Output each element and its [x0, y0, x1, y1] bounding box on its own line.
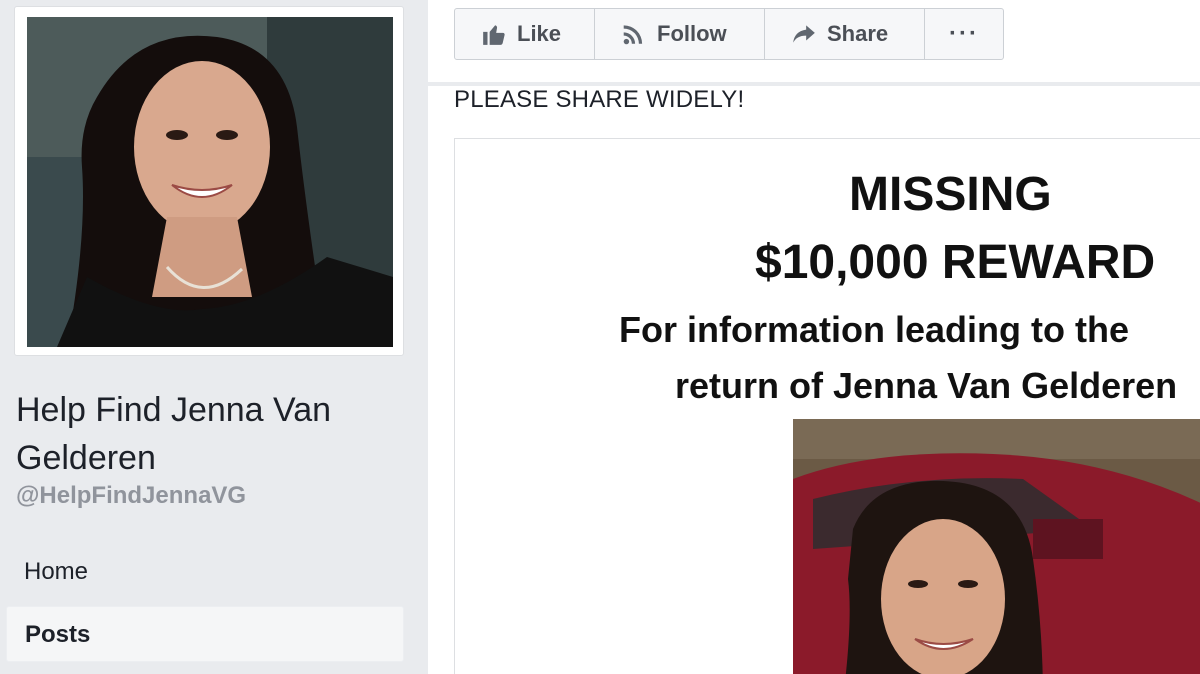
like-label: Like — [517, 21, 562, 46]
poster-reward: $10,000 REWARD — [755, 236, 1156, 289]
share-button[interactable]: Share — [765, 9, 925, 59]
follow-label: Follow — [657, 21, 727, 46]
poster-photo-image — [793, 419, 1200, 674]
profile-picture-frame[interactable] — [14, 6, 404, 356]
poster-info-line-2: return of Jenna Van Gelderen — [675, 365, 1178, 406]
page-title[interactable]: Help Find Jenna Van Gelderen — [16, 386, 396, 482]
poster-info-line-1: For information leading to the — [619, 309, 1129, 350]
profile-photo[interactable] — [27, 17, 393, 347]
like-button[interactable]: Like — [455, 9, 595, 59]
rss-icon — [623, 25, 643, 45]
sidebar-item-posts[interactable]: Posts — [6, 606, 404, 662]
sidebar-item-home[interactable]: Home — [6, 544, 404, 600]
main-content: Like Follow Share ··· PLEASE SHARE WIDEL… — [428, 0, 1200, 674]
poster-headline: MISSING — [849, 168, 1052, 221]
page-action-bar: Like Follow Share ··· — [454, 8, 1004, 60]
share-label: Share — [827, 21, 889, 46]
left-sidebar: Help Find Jenna Van Gelderen @HelpFindJe… — [0, 0, 420, 674]
share-arrow-icon — [793, 25, 815, 43]
post-text: PLEASE SHARE WIDELY! — [454, 86, 745, 113]
page-handle[interactable]: @HelpFindJennaVG — [16, 482, 246, 510]
thumbs-up-icon — [483, 25, 505, 45]
more-options-button[interactable]: ··· — [925, 9, 1003, 59]
profile-photo-image — [27, 17, 393, 347]
poster-photo — [793, 419, 1200, 674]
follow-button[interactable]: Follow — [595, 9, 765, 59]
post-image[interactable]: MISSING $10,000 REWARD For information l… — [454, 138, 1200, 674]
